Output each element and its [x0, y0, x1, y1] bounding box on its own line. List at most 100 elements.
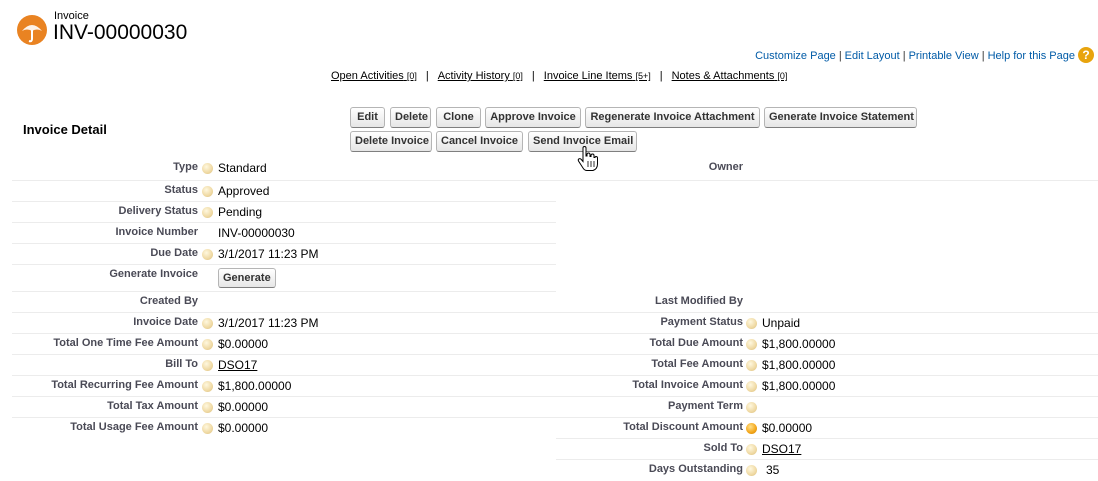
generate-button[interactable]: Generate	[218, 268, 276, 288]
hand-cursor-icon	[577, 146, 598, 171]
status-label: Status	[164, 184, 198, 196]
record-title: INV-00000030	[53, 21, 188, 44]
bill-to-label: Bill To	[165, 358, 198, 370]
info-dot-icon	[202, 381, 213, 392]
status-value: Approved	[218, 184, 270, 198]
total-one-time-fee-value: $0.00000	[218, 337, 269, 351]
total-one-time-fee-label: Total One Time Fee Amount	[53, 337, 198, 349]
info-dot-icon[interactable]	[746, 423, 757, 434]
customize-page-link[interactable]: Customize Page	[755, 50, 836, 62]
total-usage-fee-value: $0.00000	[218, 421, 269, 435]
created-by-label: Created By	[139, 295, 198, 307]
last-modified-by-label: Last Modified By	[654, 295, 743, 307]
page-header: Invoice INV-00000030	[14, 8, 214, 48]
info-dot-icon	[746, 339, 757, 350]
sold-to-link[interactable]: DSO17	[762, 442, 801, 456]
open-activities-link[interactable]: Open Activities [0]	[331, 70, 417, 82]
total-tax-label: Total Tax Amount	[107, 400, 198, 412]
row-divider	[12, 312, 1098, 313]
info-dot-icon	[202, 207, 213, 218]
approve-invoice-button[interactable]: Approve Invoice	[485, 107, 581, 128]
link-separator: |	[838, 50, 842, 62]
payment-term-label: Payment Term	[668, 400, 743, 412]
link-separator: |	[531, 70, 535, 82]
link-separator: |	[659, 70, 663, 82]
invoice-number-label: Invoice Number	[115, 226, 198, 238]
info-dot-icon	[202, 163, 213, 174]
invoice-umbrella-icon	[17, 15, 47, 45]
section-title: Invoice Detail	[23, 122, 107, 137]
row-divider	[12, 222, 556, 223]
total-discount-value: $0.00000	[762, 421, 813, 435]
info-dot-icon	[202, 360, 213, 371]
row-divider	[12, 396, 1098, 397]
payment-status-value: Unpaid	[762, 316, 801, 330]
total-fee-value: $1,800.00000	[762, 358, 836, 372]
total-due-value: $1,800.00000	[762, 337, 836, 351]
info-dot-icon	[202, 249, 213, 260]
due-date-value: 3/1/2017 11:23 PM	[218, 247, 319, 261]
invoice-number-value: INV-00000030	[218, 226, 295, 240]
info-dot-icon	[746, 381, 757, 392]
notes-attachments-link[interactable]: Notes & Attachments [0]	[672, 70, 788, 82]
total-due-label: Total Due Amount	[649, 337, 744, 349]
days-outstanding-label: Days Outstanding	[648, 463, 743, 475]
edit-button[interactable]: Edit	[350, 107, 385, 128]
info-dot-icon	[202, 339, 213, 350]
row-divider	[12, 375, 1098, 376]
generate-invoice-label: Generate Invoice	[109, 268, 198, 280]
delivery-status-value: Pending	[218, 205, 263, 219]
type-label: Type	[173, 161, 198, 173]
row-divider	[12, 264, 556, 265]
row-divider	[556, 438, 1098, 439]
info-dot-icon	[746, 465, 757, 476]
row-divider	[12, 180, 1098, 181]
info-dot-icon	[746, 402, 757, 413]
total-recurring-fee-label: Total Recurring Fee Amount	[51, 379, 198, 391]
due-date-label: Due Date	[150, 247, 198, 259]
total-discount-label: Total Discount Amount	[623, 421, 743, 433]
generate-invoice-statement-button[interactable]: Generate Invoice Statement	[764, 107, 917, 128]
type-value: Standard	[218, 161, 267, 175]
invoice-line-items-link[interactable]: Invoice Line Items [5+]	[544, 70, 651, 82]
link-separator: |	[902, 50, 906, 62]
days-outstanding-value: 35	[766, 463, 780, 477]
printable-view-link[interactable]: Printable View	[909, 50, 979, 62]
info-dot-icon	[746, 360, 757, 371]
total-invoice-label: Total Invoice Amount	[632, 379, 743, 391]
info-dot-icon	[202, 186, 213, 197]
info-dot-icon	[746, 444, 757, 455]
info-dot-icon	[746, 318, 757, 329]
payment-status-label: Payment Status	[660, 316, 743, 328]
info-dot-icon	[202, 318, 213, 329]
row-divider	[556, 459, 1098, 460]
related-list-links: Open Activities [0] | Activity History [0]…	[331, 70, 787, 82]
page-utility-links: Customize Page | Edit Layout | Printable Vie…	[755, 50, 1075, 62]
total-usage-fee-label: Total Usage Fee Amount	[70, 421, 198, 433]
total-tax-value: $0.00000	[218, 400, 269, 414]
row-divider	[12, 417, 1098, 418]
sold-to-label: Sold To	[703, 442, 743, 454]
delete-invoice-button[interactable]: Delete Invoice	[350, 131, 432, 152]
owner-label: Owner	[708, 161, 743, 173]
clone-button[interactable]: Clone	[436, 107, 481, 128]
regenerate-invoice-attachment-button[interactable]: Regenerate Invoice Attachment	[585, 107, 760, 128]
link-separator: |	[981, 50, 985, 62]
row-divider	[12, 243, 556, 244]
invoice-date-value: 3/1/2017 11:23 PM	[218, 316, 319, 330]
activity-history-link[interactable]: Activity History [0]	[438, 70, 523, 82]
total-recurring-fee-value: $1,800.00000	[218, 379, 292, 393]
edit-layout-link[interactable]: Edit Layout	[845, 50, 900, 62]
help-icon[interactable]: ?	[1078, 47, 1094, 63]
delivery-status-label: Delivery Status	[118, 205, 198, 217]
cancel-invoice-button[interactable]: Cancel Invoice	[436, 131, 523, 152]
total-invoice-value: $1,800.00000	[762, 379, 836, 393]
delete-button[interactable]: Delete	[390, 107, 431, 128]
invoice-date-label: Invoice Date	[133, 316, 198, 328]
info-dot-icon	[202, 402, 213, 413]
row-divider	[12, 201, 556, 202]
link-separator: |	[425, 70, 429, 82]
total-fee-label: Total Fee Amount	[651, 358, 743, 370]
bill-to-link[interactable]: DSO17	[218, 358, 257, 372]
help-for-page-link[interactable]: Help for this Page	[988, 50, 1075, 62]
